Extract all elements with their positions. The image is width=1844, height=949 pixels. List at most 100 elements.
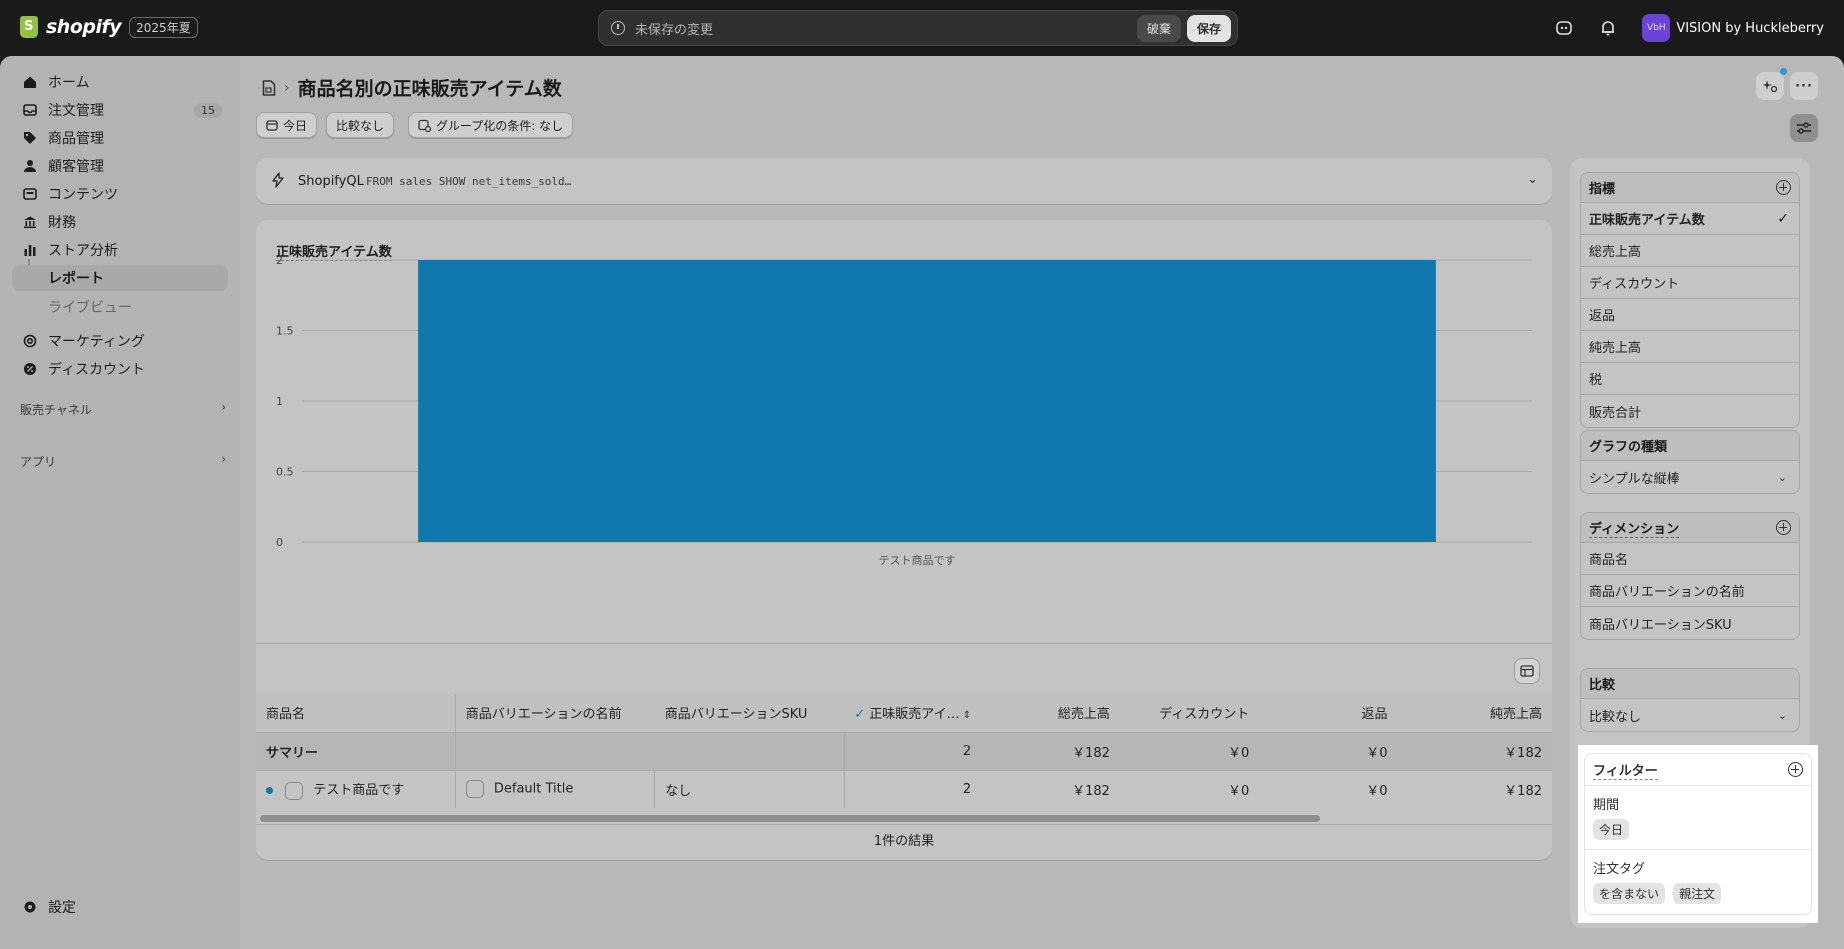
brand-name: shopify (46, 16, 122, 38)
sidebar-item-orders[interactable]: 注文管理 15 (12, 97, 228, 123)
breadcrumb-separator: › (284, 79, 290, 96)
bell-icon[interactable] (1598, 18, 1618, 38)
sidebar-item-products[interactable]: 商品管理 (12, 125, 228, 151)
metric-item[interactable]: 返品 (1581, 299, 1799, 331)
sidebar-item-label: 財務 (48, 215, 76, 231)
add-circle-icon[interactable] (1776, 520, 1791, 535)
comparison-select[interactable]: 比較なし ⌄ (1581, 699, 1799, 731)
metric-item[interactable]: ディスカウント (1581, 267, 1799, 299)
sidebar-section-apps[interactable]: アプリ › (20, 452, 226, 470)
sidebar-item-content[interactable]: コンテンツ (12, 181, 228, 207)
sidekick-button[interactable] (1756, 68, 1787, 100)
sidebar-item-home[interactable]: ホーム (12, 69, 228, 95)
column-header-sorted[interactable]: ✓ 正味販売アイ… ⇕ (844, 694, 981, 732)
comparison-section: 比較 比較なし ⌄ (1580, 668, 1800, 732)
table-cell: ￥182 (1504, 783, 1542, 799)
column-header[interactable]: 返品 (1259, 694, 1397, 732)
save-button[interactable]: 保存 (1186, 14, 1231, 42)
metric-label: 販売合計 (1589, 405, 1642, 421)
column-header[interactable]: 商品バリエーションSKU (655, 694, 844, 732)
summary-cell: ￥182 (1072, 745, 1110, 761)
target-icon (22, 333, 38, 349)
summary-cell: ￥182 (1504, 745, 1542, 761)
sidebar-item-live-view[interactable]: ライブビュー (48, 297, 132, 317)
date-filter-button[interactable]: 今日 (256, 112, 318, 138)
metric-label: 純売上高 (1589, 341, 1642, 356)
table-view-button[interactable] (1514, 658, 1540, 684)
shopify-logo[interactable]: shopify 2025年夏 (20, 16, 198, 38)
filters-header: フィルター (1585, 754, 1811, 786)
sidebar-item-analytics[interactable]: ストア分析 (12, 237, 228, 263)
page-title-bar: › 商品名別の正味販売アイテム数 (262, 74, 562, 101)
horizontal-scrollbar[interactable] (258, 813, 1548, 823)
dimension-label: 商品バリエーションSKU (1589, 617, 1732, 633)
sidebar-section-sales-channels[interactable]: 販売チャネル › (20, 400, 226, 418)
bar[interactable] (418, 260, 1436, 542)
sidebar-item-marketing[interactable]: マーケティング (12, 328, 228, 354)
variant-name-cell: Default Title (455, 770, 656, 808)
sidebar-item-label: ホーム (48, 75, 90, 91)
metric-item[interactable]: 純売上高 (1581, 331, 1799, 363)
sidebar-item-discounts[interactable]: ディスカウント (12, 356, 228, 382)
metric-item[interactable]: 販売合計 (1581, 395, 1799, 427)
metric-item[interactable]: 税 (1581, 363, 1799, 395)
filter-label: 期間 (1593, 798, 1620, 813)
table-row[interactable]: テスト商品です Default Title なし 2 ￥182 ￥0 ￥0 ￥1… (256, 770, 1552, 808)
chevron-right-icon: › (221, 452, 226, 466)
summary-cell: 2 (843, 732, 982, 770)
filter-label: 注文タグ (1593, 862, 1646, 877)
chart-type-section: グラフの種類 シンプルな縦棒 ⌄ (1580, 430, 1800, 494)
metric-item[interactable]: 総売上高 (1581, 235, 1799, 267)
summary-cell (655, 732, 844, 770)
add-circle-icon[interactable] (1776, 180, 1791, 195)
lightning-icon (272, 172, 284, 188)
column-header[interactable]: 総売上高 (981, 694, 1120, 732)
report-file-icon (262, 79, 276, 96)
sidebar-item-customers[interactable]: 顧客管理 (12, 153, 228, 179)
dimension-item[interactable]: 商品バリエーションSKU (1581, 607, 1799, 639)
data-table: 商品名 商品バリエーションの名前 商品バリエーションSKU ✓ 正味販売アイ… … (256, 694, 1552, 808)
chart-type-header: グラフの種類 (1581, 431, 1799, 461)
table-cell: ￥0 (1228, 783, 1250, 799)
table-header-row: 商品名 商品バリエーションの名前 商品バリエーションSKU ✓ 正味販売アイ… … (256, 694, 1552, 732)
shopifyql-bar[interactable]: ShopifyQL FROM sales SHOW net_items_sold… (256, 158, 1552, 204)
column-header[interactable]: 商品バリエーションの名前 (455, 694, 655, 732)
dimensions-section: ディメンション 商品名 商品バリエーションの名前 商品バリエーションSKU (1580, 512, 1800, 640)
shopifyql-query: FROM sales SHOW net_items_sold… (366, 175, 572, 188)
metric-item[interactable]: 正味販売アイテム数 ✓ (1581, 203, 1799, 235)
group-by-button[interactable]: グループ化の条件: なし (408, 112, 574, 138)
dimension-item[interactable]: 商品バリエーションの名前 (1581, 575, 1799, 607)
group-by-label: グループ化の条件: なし (436, 118, 564, 133)
scrollbar-thumb[interactable] (260, 815, 1320, 822)
inbox-icon (22, 102, 38, 118)
gear-icon (22, 899, 38, 915)
product-name-cell: テスト商品です (256, 770, 456, 808)
store-switcher[interactable]: VbH VISION by Huckleberry (1642, 14, 1824, 42)
data-table-container: 商品名 商品バリエーションの名前 商品バリエーションSKU ✓ 正味販売アイ… … (256, 694, 1552, 810)
filter-order-tag[interactable]: 注文タグ を含まない 親注文 (1585, 850, 1811, 910)
sidebar-item-settings[interactable]: 設定 (12, 894, 228, 920)
sidebar-item-label: 商品管理 (48, 131, 104, 147)
sidebar-item-reports[interactable]: レポート (12, 265, 228, 291)
more-actions-button[interactable]: ··· (1790, 72, 1818, 100)
shopifyql-label: ShopifyQL (298, 174, 364, 189)
checkmark-icon: ✓ (1777, 210, 1789, 227)
filter-period[interactable]: 期間 今日 (1585, 786, 1811, 850)
column-header[interactable]: 純売上高 (1398, 694, 1552, 732)
discard-button[interactable]: 破棄 (1136, 14, 1181, 42)
main-frame: ホーム 注文管理 15 商品管理 顧客管理 コンテンツ 財務 ストア分析 レポー… (0, 56, 1844, 949)
section-title: 指標 (1589, 182, 1616, 197)
select-value: シンプルな縦棒 (1589, 471, 1680, 487)
sidekick-icon[interactable] (1554, 18, 1574, 38)
sidebar-item-label: ストア分析 (48, 243, 118, 259)
toggle-panel-button[interactable] (1790, 114, 1818, 142)
chevron-down-icon[interactable]: ⌄ (1527, 172, 1538, 187)
compare-filter-button[interactable]: 比較なし (326, 112, 395, 138)
sidebar-item-finance[interactable]: 財務 (12, 209, 228, 235)
chart-type-select[interactable]: シンプルな縦棒 ⌄ (1581, 461, 1799, 493)
column-header[interactable]: ディスカウント (1120, 694, 1259, 732)
dimension-item[interactable]: 商品名 (1581, 543, 1799, 575)
column-header[interactable]: 商品名 (256, 694, 456, 732)
x-tick-label: テスト商品です (879, 553, 956, 567)
add-filter-icon[interactable] (1788, 762, 1803, 777)
